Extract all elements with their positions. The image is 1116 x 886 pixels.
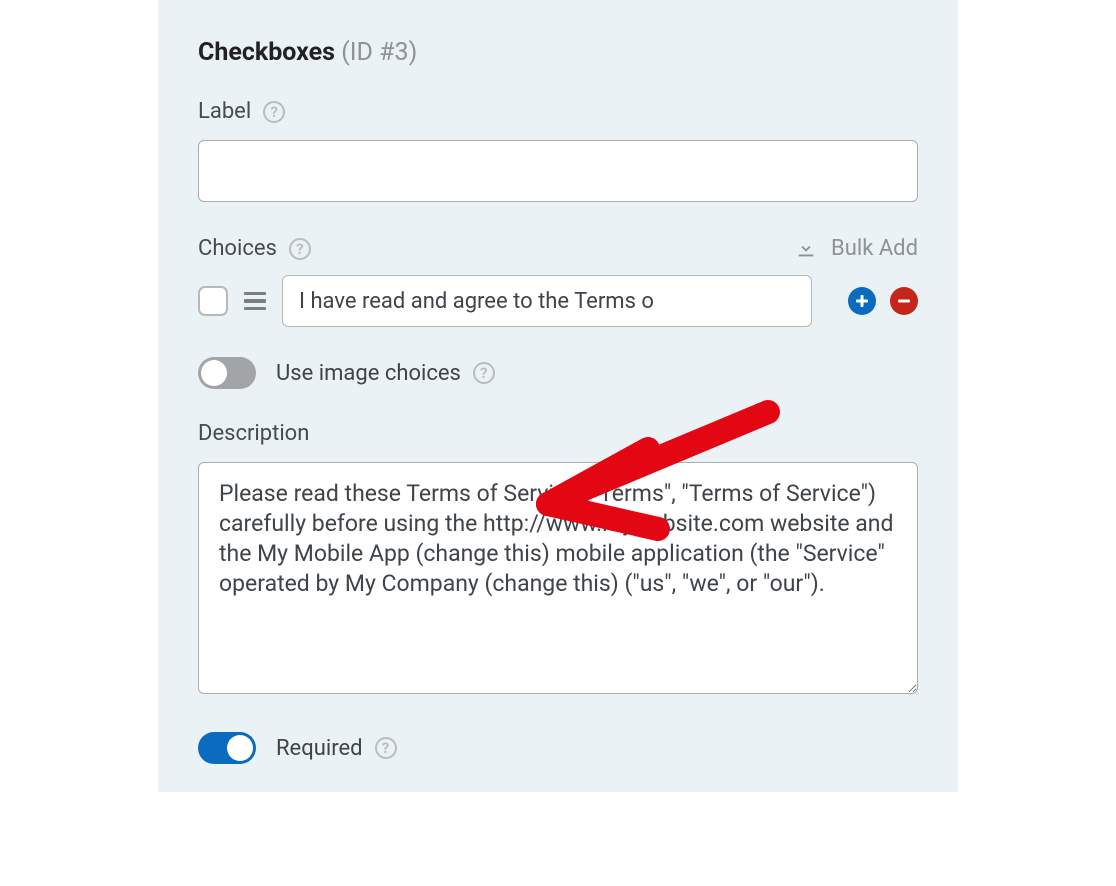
choice-text-input[interactable] bbox=[282, 275, 812, 327]
description-textarea[interactable] bbox=[198, 462, 918, 694]
remove-choice-button[interactable] bbox=[890, 287, 918, 315]
image-choices-row: Use image choices ? bbox=[198, 357, 918, 389]
choice-default-checkbox[interactable] bbox=[198, 286, 228, 316]
bulk-add-button[interactable]: Bulk Add bbox=[795, 236, 918, 261]
choices-heading: Choices ? bbox=[198, 236, 311, 261]
help-icon[interactable]: ? bbox=[375, 737, 397, 759]
image-choices-label: Use image choices ? bbox=[276, 361, 495, 386]
required-row: Required ? bbox=[198, 732, 918, 764]
download-icon bbox=[795, 238, 817, 260]
help-icon[interactable]: ? bbox=[263, 101, 285, 123]
panel-title: Checkboxes (ID #3) bbox=[198, 38, 918, 67]
label-input[interactable] bbox=[198, 140, 918, 202]
add-choice-button[interactable] bbox=[848, 287, 876, 315]
field-options-panel: Checkboxes (ID #3) Label ? Choices ? Bul… bbox=[158, 0, 958, 792]
description-heading: Description bbox=[198, 421, 918, 446]
choice-row bbox=[198, 275, 918, 327]
required-toggle[interactable] bbox=[198, 732, 256, 764]
drag-handle-icon[interactable] bbox=[242, 290, 268, 313]
label-heading: Label ? bbox=[198, 99, 918, 124]
help-icon[interactable]: ? bbox=[473, 362, 495, 384]
help-icon[interactable]: ? bbox=[289, 238, 311, 260]
minus-icon bbox=[896, 293, 912, 309]
plus-icon bbox=[854, 293, 870, 309]
required-label: Required ? bbox=[276, 736, 397, 761]
field-id: (ID #3) bbox=[341, 38, 417, 67]
field-type-name: Checkboxes bbox=[198, 38, 335, 67]
image-choices-toggle[interactable] bbox=[198, 357, 256, 389]
